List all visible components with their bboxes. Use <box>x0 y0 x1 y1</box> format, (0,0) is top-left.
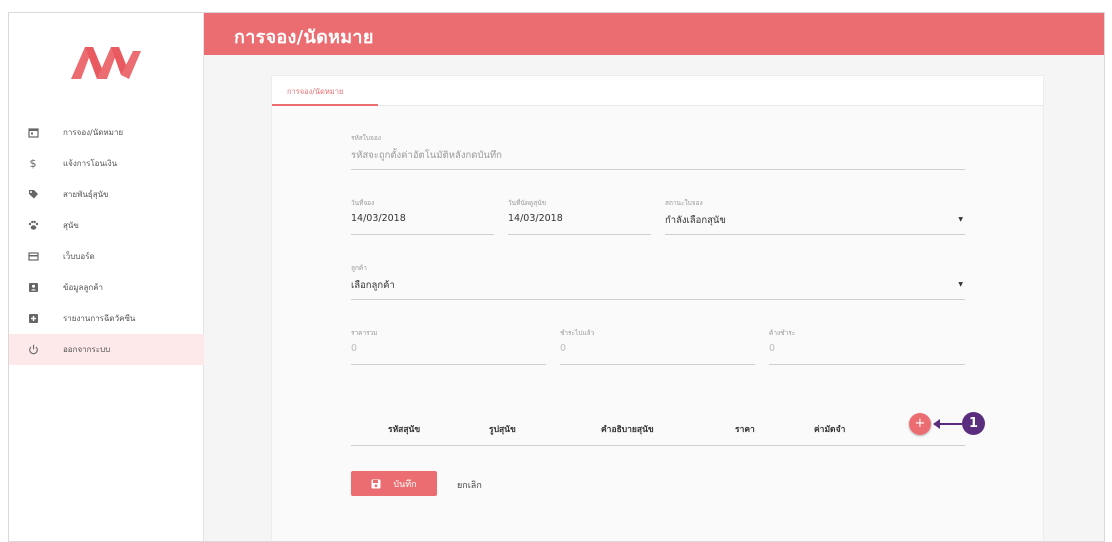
customer-field[interactable]: ลูกค้า เลือกลูกค้า ▼ <box>351 263 965 300</box>
page-title: การจอง/นัดหมาย <box>234 27 374 48</box>
dropdown-arrow-icon: ▼ <box>958 281 963 288</box>
sidebar-item-payment[interactable]: $ แจ้งการโอนเงิน <box>9 148 204 179</box>
callout-arrow-head <box>933 419 940 429</box>
column-header: รูปสุนัข <box>489 425 516 435</box>
field-label: ลูกค้า <box>351 264 367 272</box>
total-field: ราคารวม 0 <box>351 328 546 365</box>
tag-icon <box>27 189 39 201</box>
add-dog-button[interactable]: + <box>909 413 931 435</box>
dog-table-header: รหัสสุนัข รูปสุนัข คำอธิบายสุนัข ราคา ค่… <box>351 416 965 446</box>
field-label: ค้างชำระ <box>769 329 796 337</box>
sidebar-item-label: แจ้งการโอนเงิน <box>63 159 118 168</box>
app-window: การจอง/นัดหมาย $ แจ้งการโอนเงิน สายพันธุ… <box>8 12 1105 542</box>
logo <box>71 47 141 79</box>
sidebar-item-webboard[interactable]: เว็บบอร์ด <box>9 241 204 272</box>
cancel-button[interactable]: ยกเลิก <box>457 478 482 492</box>
customer-value: เลือกลูกค้า <box>351 280 395 291</box>
status-field[interactable]: สถานะใบจอง กำลังเลือกสุนัข ▼ <box>665 198 965 235</box>
callout-number: 1 <box>962 412 985 435</box>
power-icon <box>27 344 39 356</box>
sidebar-nav: การจอง/นัดหมาย $ แจ้งการโอนเงิน สายพันธุ… <box>9 117 204 365</box>
dropdown-arrow-icon: ▼ <box>958 216 963 223</box>
sidebar-item-breeds[interactable]: สายพันธุ์สุนัข <box>9 179 204 210</box>
sidebar-item-customers[interactable]: ข้อมูลลูกค้า <box>9 272 204 303</box>
booking-date-input[interactable]: 14/03/2018 <box>351 213 494 235</box>
sidebar-item-label: ข้อมูลลูกค้า <box>63 283 104 292</box>
field-label: สถานะใบจอง <box>665 199 703 207</box>
field-label: รหัสใบจอง <box>351 134 381 142</box>
sidebar-item-label: สุนัข <box>63 221 79 230</box>
column-header: ค่ามัดจำ <box>814 425 846 435</box>
status-select[interactable]: กำลังเลือกสุนัข ▼ <box>665 213 965 235</box>
sidebar-item-vaccine-report[interactable]: รายงานการฉีดวัคซีน <box>9 303 204 334</box>
sidebar-item-logout[interactable]: ออกจากระบบ <box>9 334 204 365</box>
sidebar-item-label: รายงานการฉีดวัคซีน <box>63 314 136 323</box>
paw-icon <box>27 220 39 232</box>
paid-field: ชำระไปแล้ว 0 <box>560 328 755 365</box>
callout-arrow <box>937 423 962 425</box>
customer-select[interactable]: เลือกลูกค้า ▼ <box>351 278 965 300</box>
balance-field: ค้างชำระ 0 <box>769 328 965 365</box>
booking-date-field[interactable]: วันที่จอง 14/03/2018 <box>351 198 494 235</box>
balance-value: 0 <box>769 343 965 365</box>
account-box-icon <box>27 282 39 294</box>
save-button[interactable]: บันทึก <box>351 471 437 496</box>
field-label: วันที่จอง <box>351 199 375 207</box>
calendar-icon <box>27 127 39 139</box>
field-label: ชำระไปแล้ว <box>560 329 595 337</box>
tab-booking[interactable]: การจอง/นัดหมาย <box>272 76 378 106</box>
paid-value: 0 <box>560 343 755 365</box>
appointment-date-field[interactable]: วันที่นัดดูสุนัข 14/03/2018 <box>508 198 651 235</box>
card-icon <box>27 251 39 263</box>
save-label: บันทึก <box>393 479 417 490</box>
status-value: กำลังเลือกสุนัข <box>665 215 726 226</box>
form-card: การจอง/นัดหมาย รหัสใบจอง รหัสจะถูกตั้งค่… <box>271 75 1044 541</box>
sidebar-item-label: ออกจากระบบ <box>63 345 111 354</box>
sidebar-item-label: สายพันธุ์สุนัข <box>63 190 109 199</box>
column-header: ราคา <box>735 425 755 435</box>
column-header: รหัสสุนัข <box>388 425 421 435</box>
total-value: 0 <box>351 343 546 365</box>
field-label: วันที่นัดดูสุนัข <box>508 199 547 207</box>
dollar-icon: $ <box>29 157 37 170</box>
field-label: ราคารวม <box>351 329 378 337</box>
booking-id-field[interactable]: รหัสใบจอง รหัสจะถูกตั้งค่าอัตโนมัติหลังก… <box>351 133 965 170</box>
sidebar-item-booking[interactable]: การจอง/นัดหมาย <box>9 117 204 148</box>
tab-bar: การจอง/นัดหมาย <box>272 76 1043 106</box>
save-icon <box>371 479 381 488</box>
sidebar: การจอง/นัดหมาย $ แจ้งการโอนเงิน สายพันธุ… <box>9 13 204 541</box>
appointment-date-input[interactable]: 14/03/2018 <box>508 213 651 235</box>
booking-id-input[interactable]: รหัสจะถูกตั้งค่าอัตโนมัติหลังกดบันทึก <box>351 148 965 170</box>
sidebar-item-dogs[interactable]: สุนัข <box>9 210 204 241</box>
sidebar-item-label: การจอง/นัดหมาย <box>63 128 124 137</box>
sidebar-item-label: เว็บบอร์ด <box>63 252 95 261</box>
column-header: คำอธิบายสุนัข <box>601 425 654 435</box>
plus-box-icon <box>27 313 39 325</box>
page-header: การจอง/นัดหมาย <box>204 13 1104 55</box>
